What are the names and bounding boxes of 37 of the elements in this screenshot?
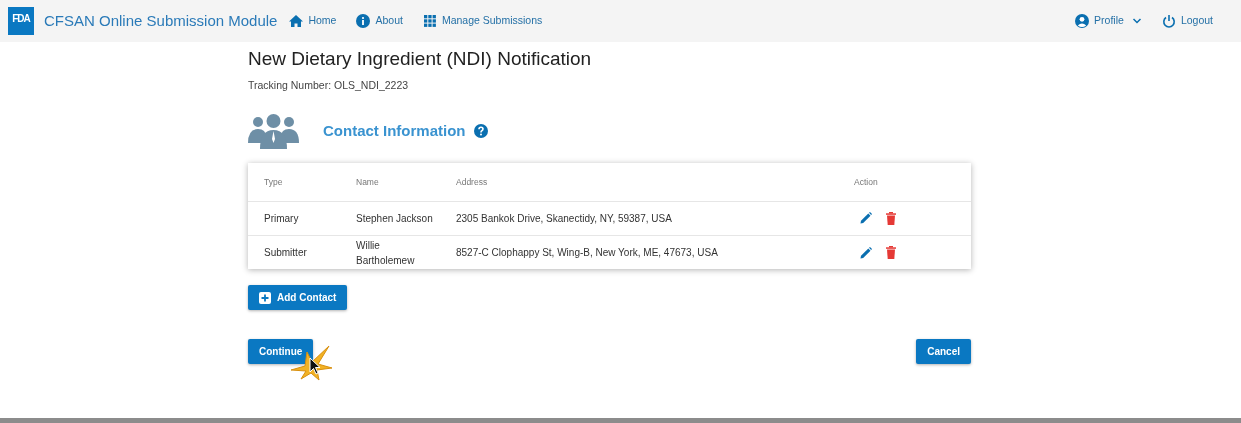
power-icon — [1161, 14, 1176, 28]
fda-logo: FDA — [8, 7, 34, 35]
delete-icon[interactable] — [886, 246, 896, 259]
table-cell: Stephen Jackson — [340, 201, 440, 236]
info-icon — [356, 14, 371, 28]
help-icon[interactable] — [473, 124, 488, 139]
user-icon — [1075, 14, 1090, 28]
page-title: New Dietary Ingredient (NDI) Notification — [248, 47, 593, 71]
delete-icon[interactable] — [886, 211, 896, 225]
column-header: Address — [440, 163, 838, 202]
home-link[interactable]: Home — [289, 13, 337, 29]
table-cell: Willie Bartholemew — [340, 235, 440, 270]
grid-icon — [422, 14, 437, 28]
edit-icon[interactable] — [860, 212, 872, 225]
cursor-icon — [309, 357, 321, 375]
continue-button[interactable]: Continue — [248, 339, 314, 365]
home-icon — [289, 14, 304, 28]
chevron-down-icon — [1131, 17, 1142, 25]
section-title: Contact Information — [323, 121, 466, 141]
plus-icon — [259, 291, 271, 304]
grid-link[interactable]: Manage Submissions — [422, 13, 543, 29]
table-cell: 2305 Bankok Drive, Skanectidy, NY, 59387, USA — [440, 201, 838, 236]
logout-link[interactable]: Logout — [1161, 13, 1213, 29]
table-cell: Primary — [248, 201, 340, 236]
profile-link[interactable]: Profile — [1075, 13, 1142, 29]
app-title: CFSAN Online Submission Module — [44, 10, 278, 31]
tracking-number: Tracking Number: OLS_NDI_2223 — [248, 77, 410, 93]
column-header: Type — [248, 163, 340, 202]
edit-icon[interactable] — [860, 246, 872, 259]
cancel-button[interactable]: Cancel — [916, 339, 971, 365]
people-group-icon — [248, 113, 299, 150]
column-header: Action — [838, 163, 971, 202]
add-contact-button[interactable]: Add Contact — [248, 285, 348, 311]
column-header: Name — [340, 163, 440, 202]
table-cell: Submitter — [248, 235, 340, 270]
table-cell: 8527-C Clophappy St, Wing-B, New York, ME, 47673, USA — [440, 235, 838, 270]
about-link[interactable]: About — [356, 13, 403, 29]
